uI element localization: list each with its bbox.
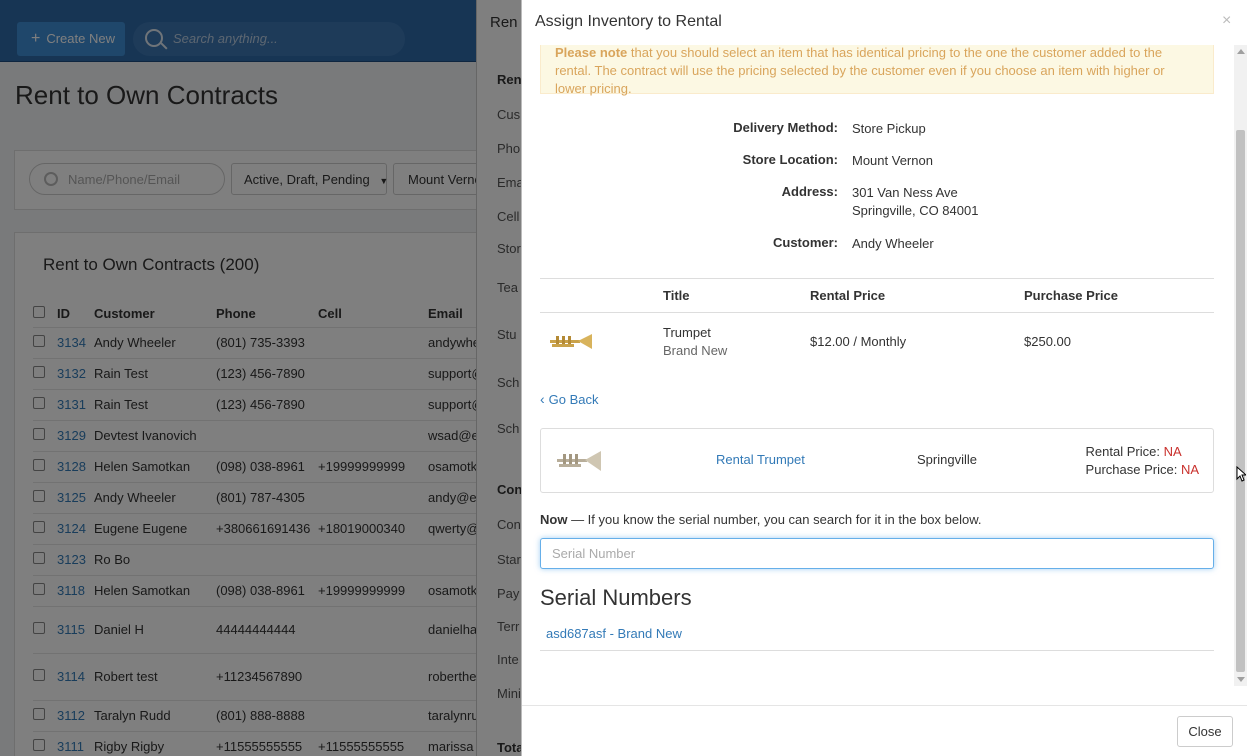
scrollbar-thumb[interactable] xyxy=(1236,130,1245,672)
trumpet-image xyxy=(557,451,601,471)
chevron-left-icon: ‹ xyxy=(540,391,545,407)
serial-numbers-heading: Serial Numbers xyxy=(540,585,692,610)
close-button[interactable]: Close xyxy=(1177,716,1233,747)
inventory-item-card[interactable]: Rental Trumpet Springville Rental Price:… xyxy=(540,428,1214,493)
modal-body: Please note that you should select an it… xyxy=(522,45,1234,705)
divider xyxy=(540,312,1214,313)
rental-price-label: Rental Price: xyxy=(1085,444,1160,459)
modal-footer: Close xyxy=(522,705,1247,756)
serial-number-result[interactable]: asd687asf - Brand New xyxy=(546,626,682,641)
serial-number-input[interactable] xyxy=(540,538,1214,569)
modal-title: Assign Inventory to Rental xyxy=(535,13,722,30)
item-title: Trumpet xyxy=(663,325,711,340)
detail-value: 301 Van Ness Ave Springville, CO 84001 xyxy=(852,184,978,220)
hint-text: — If you know the serial number, you can… xyxy=(567,512,982,527)
rental-price-value: NA xyxy=(1163,444,1182,459)
purchase-price-label: Purchase Price: xyxy=(1085,462,1178,477)
inventory-item-link[interactable]: Rental Trumpet xyxy=(716,452,805,467)
detail-label: Address: xyxy=(781,184,838,199)
mouse-cursor-icon xyxy=(1236,466,1246,482)
pricing-note-alert: Please note that you should select an it… xyxy=(540,45,1214,96)
item-rental-price: $12.00 / Monthly xyxy=(810,334,907,349)
purchase-price-value: NA xyxy=(1180,462,1199,477)
scroll-up-arrow-icon[interactable] xyxy=(1237,49,1245,54)
divider xyxy=(540,650,1214,651)
item-condition: Brand New xyxy=(663,343,728,358)
detail-value: Mount Vernon xyxy=(852,153,933,168)
column-header-title: Title xyxy=(663,288,690,303)
detail-value: Store Pickup xyxy=(852,121,926,136)
go-back-label: Go Back xyxy=(548,392,599,407)
scroll-down-arrow-icon[interactable] xyxy=(1237,677,1245,682)
hint-bold: Now xyxy=(540,512,568,527)
detail-value: Andy Wheeler xyxy=(852,236,934,251)
address-line-2: Springville, CO 84001 xyxy=(852,203,979,218)
address-line-1: 301 Van Ness Ave xyxy=(852,185,958,200)
column-header-rental-price: Rental Price xyxy=(810,288,886,303)
trumpet-image xyxy=(550,334,592,349)
inventory-location: Springville xyxy=(917,452,977,467)
close-icon[interactable]: × xyxy=(1222,12,1231,30)
item-title-cell: Trumpet Brand New xyxy=(663,324,727,360)
modal-scrollbar[interactable] xyxy=(1234,45,1247,686)
column-header-purchase-price: Purchase Price xyxy=(1024,288,1118,303)
alert-bold: Please note xyxy=(555,45,628,60)
detail-label: Customer: xyxy=(772,235,838,250)
detail-label: Store Location: xyxy=(742,152,838,167)
inventory-prices: Rental Price: NA Purchase Price: NA xyxy=(1086,443,1199,479)
alert-text: that you should select an item that has … xyxy=(555,45,1165,96)
divider xyxy=(540,278,1214,279)
serial-search-hint: Now — If you know the serial number, you… xyxy=(540,512,982,527)
assign-inventory-modal: Assign Inventory to Rental × Please note… xyxy=(521,0,1247,756)
modal-header: Assign Inventory to Rental × xyxy=(522,0,1247,45)
detail-label: Delivery Method: xyxy=(733,120,838,135)
go-back-link[interactable]: ‹ Go Back xyxy=(540,391,599,407)
item-purchase-price: $250.00 xyxy=(1024,334,1071,349)
